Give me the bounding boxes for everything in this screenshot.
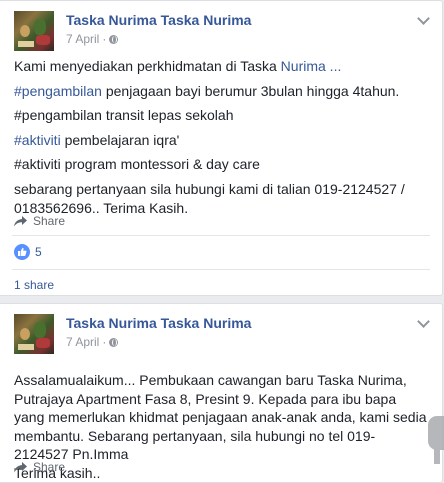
share-icon — [14, 461, 27, 473]
divider — [12, 235, 430, 236]
post-meta: 7 April · — [66, 335, 119, 349]
post-line: #pengambilan transit lepas sekolah — [14, 107, 234, 124]
post-line-text: pembelajaran iqra' — [60, 131, 180, 148]
post-line-text: penjagaan bayi berumur 3bulan hingga 4ta… — [101, 82, 400, 99]
post-line: #aktiviti pembelajaran iqra' — [14, 131, 428, 150]
page-name-link[interactable]: Taska Nurima Taska Nurima — [66, 315, 251, 331]
share-button[interactable]: Share — [14, 211, 65, 231]
meta-separator: · — [102, 32, 107, 46]
chevron-down-icon[interactable] — [417, 315, 430, 328]
post-line: sebarang pertanyaan sila hubungi kami di… — [14, 180, 405, 216]
post-card: Taska Nurima Taska Nurima 7 April · Kami … — [0, 0, 443, 296]
page-name-link[interactable]: Taska Nurima Taska Nurima — [66, 12, 251, 28]
shares-count-link[interactable]: 1 share — [14, 278, 54, 292]
hashtag-link[interactable]: #pengambilan — [14, 83, 102, 99]
post-line-text: Kami menyediakan perkhidmatan di Taska — [14, 58, 281, 74]
divider — [12, 269, 430, 270]
post-meta: 7 April · — [66, 32, 119, 46]
share-label: Share — [33, 214, 66, 228]
avatar[interactable] — [14, 11, 54, 51]
post-body: Assalamualaikum... Pembukaan cawangan ba… — [14, 371, 428, 483]
post-line: Kami menyediakan perkhidmatan di Taska N… — [14, 57, 428, 76]
post-date[interactable]: 7 April — [66, 32, 99, 46]
globe-icon — [109, 338, 119, 347]
meta-separator: · — [102, 335, 107, 349]
reaction-count[interactable]: 5 — [35, 245, 42, 259]
share-button[interactable]: Share — [14, 457, 65, 477]
post-line: #aktiviti program montessori & day care — [14, 156, 260, 173]
see-more-link[interactable]: Nurima ... — [281, 58, 342, 74]
chevron-down-icon[interactable] — [417, 12, 430, 25]
scroll-handle[interactable] — [428, 416, 444, 464]
like-icon — [14, 244, 30, 260]
post-body-text: Assalamualaikum... Pembukaan cawangan ba… — [14, 372, 427, 463]
globe-icon — [109, 35, 119, 44]
post-line: #pengambilan penjagaan bayi berumur 3bul… — [14, 82, 428, 101]
share-label: Share — [33, 460, 66, 474]
share-icon — [14, 215, 27, 227]
post-body: Kami menyediakan perkhidmatan di Taska N… — [14, 57, 428, 223]
avatar[interactable] — [14, 314, 54, 354]
post-date[interactable]: 7 April — [66, 335, 99, 349]
post-card: Taska Nurima Taska Nurima 7 April · Assal… — [0, 303, 443, 483]
reactions-summary[interactable]: 5 — [14, 243, 42, 261]
hashtag-link[interactable]: #aktiviti — [14, 132, 61, 148]
